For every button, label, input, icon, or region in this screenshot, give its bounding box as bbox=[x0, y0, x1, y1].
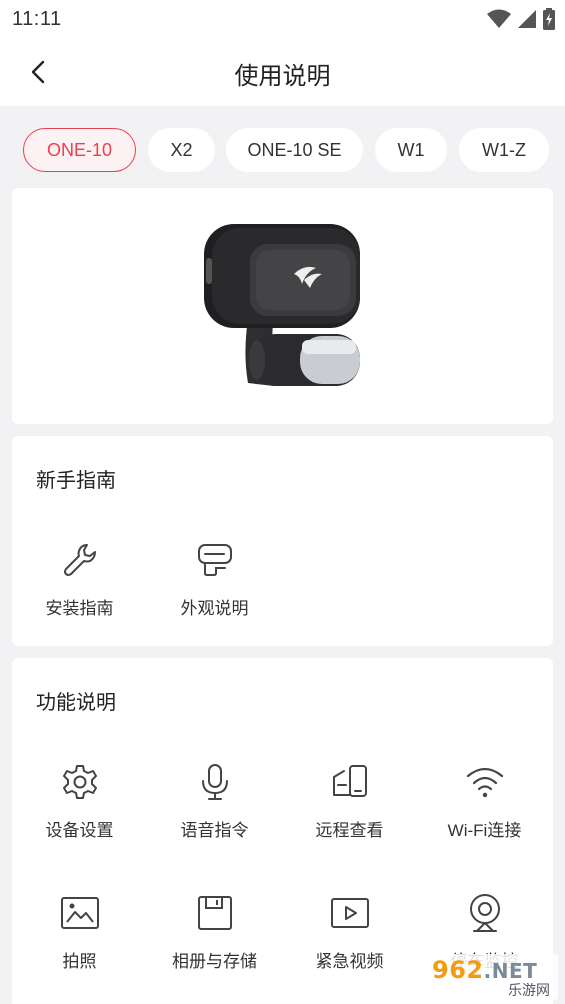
image-icon bbox=[60, 893, 100, 933]
grid-label: 安装指南 bbox=[45, 599, 114, 618]
status-icons bbox=[487, 8, 555, 30]
wifi-icon bbox=[465, 762, 505, 802]
webcam-icon bbox=[465, 893, 505, 933]
grid-label: 拍照 bbox=[62, 952, 97, 971]
tab-x2[interactable]: X2 bbox=[148, 128, 215, 172]
site-watermark: 962.NET 乐游网 bbox=[426, 954, 558, 1000]
grid-label: 相册与存储 bbox=[172, 952, 257, 971]
wrench-icon bbox=[60, 540, 100, 580]
save-icon bbox=[195, 893, 235, 933]
grid-item-device-settings[interactable]: 设备设置 bbox=[12, 762, 147, 862]
gear-icon bbox=[60, 762, 100, 802]
grid-item-album-storage[interactable]: 相册与存储 bbox=[147, 893, 282, 993]
function-card: 功能说明 设备设置 语音指令 远程查看 Wi-Fi连接 拍照 相册与存储 紧急视… bbox=[12, 658, 553, 1004]
grid-item-appearance[interactable]: 外观说明 bbox=[147, 540, 282, 640]
dashcam-product-image bbox=[204, 224, 360, 386]
grid-label: 语音指令 bbox=[180, 821, 249, 840]
grid-label: Wi-Fi连接 bbox=[447, 821, 522, 840]
wifi-signal-icon bbox=[487, 9, 511, 28]
status-bar: 11:11 bbox=[0, 0, 565, 38]
tab-w1-z[interactable]: W1-Z bbox=[459, 128, 549, 172]
battery-icon bbox=[543, 8, 555, 30]
grid-label: 紧急视频 bbox=[315, 952, 384, 971]
tab-one-10-se[interactable]: ONE-10 SE bbox=[226, 128, 363, 172]
product-card bbox=[12, 188, 553, 424]
cell-signal-icon bbox=[518, 10, 536, 28]
section-title-guide: 新手指南 bbox=[36, 470, 116, 492]
section-title-functions: 功能说明 bbox=[36, 692, 116, 714]
device-outline-icon bbox=[195, 540, 235, 580]
tab-w1[interactable]: W1 bbox=[375, 128, 447, 172]
grid-label: 外观说明 bbox=[180, 599, 249, 618]
model-tabs: ONE-10 X2 ONE-10 SE W1 W1-Z bbox=[0, 106, 565, 188]
beginner-guide-card: 新手指南 安装指南 外观说明 bbox=[12, 436, 553, 646]
grid-label: 设备设置 bbox=[45, 821, 114, 840]
microphone-icon bbox=[195, 762, 235, 802]
grid-item-voice-commands[interactable]: 语音指令 bbox=[147, 762, 282, 862]
grid-item-emergency-video[interactable]: 紧急视频 bbox=[282, 893, 417, 993]
page-title: 使用说明 bbox=[234, 63, 331, 90]
grid-label: 远程查看 bbox=[315, 821, 384, 840]
grid-item-photo[interactable]: 拍照 bbox=[12, 893, 147, 993]
play-video-icon bbox=[330, 893, 370, 933]
app-header: 使用说明 bbox=[0, 38, 565, 106]
grid-item-wifi-connect[interactable]: Wi-Fi连接 bbox=[417, 762, 552, 862]
watermark-sub: 乐游网 bbox=[508, 982, 550, 998]
remote-phone-icon bbox=[330, 762, 370, 802]
grid-item-remote-view[interactable]: 远程查看 bbox=[282, 762, 417, 862]
grid-item-install-guide[interactable]: 安装指南 bbox=[12, 540, 147, 640]
status-time: 11:11 bbox=[12, 8, 62, 30]
tab-one-10[interactable]: ONE-10 bbox=[23, 128, 136, 172]
